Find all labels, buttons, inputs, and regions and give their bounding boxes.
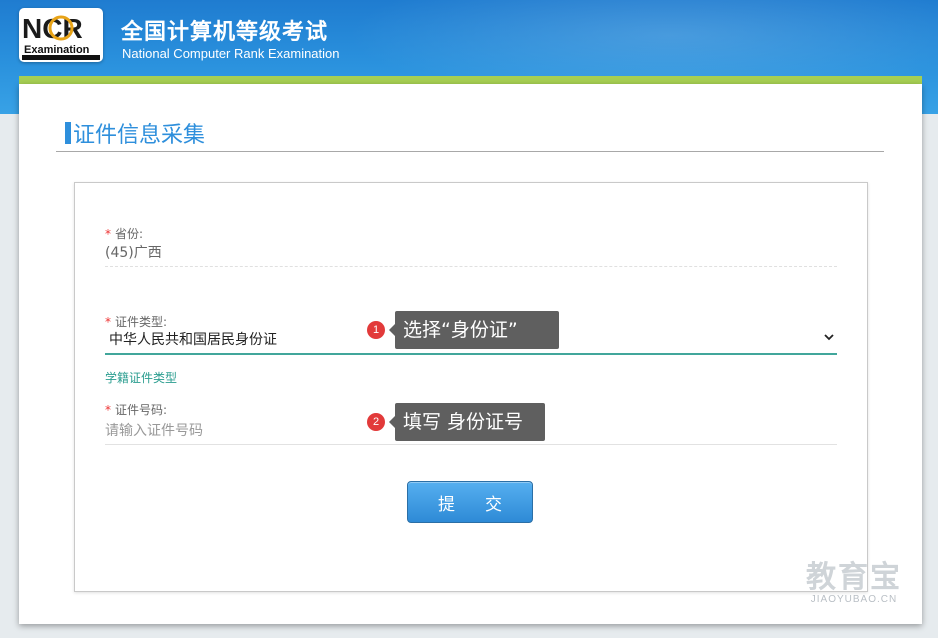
logo-letter-n: NCR (22, 13, 83, 44)
province-label-text: 省份: (115, 227, 144, 241)
id-type-selected-value: 中华人民共和国居民身份证 (109, 332, 277, 348)
watermark-logo: 教育宝 JIAOYUBAO.CN (806, 560, 902, 606)
ncre-logo-graphic: NCR Examination (22, 13, 100, 60)
province-value: (45)广西 (105, 245, 162, 261)
field-divider (105, 266, 837, 267)
step-badge-1: 1 (367, 321, 385, 339)
watermark-cn: 教育宝 (806, 560, 902, 595)
ncre-logo[interactable]: NCR Examination (19, 8, 103, 62)
logo-tiny-bar (22, 55, 100, 60)
id-info-form: * 省份: (45)广西 * 证件类型: 中华人民共和国居民身份证 学籍证件类型 *… (74, 182, 868, 592)
title-marker (65, 122, 71, 144)
site-title-en: National Computer Rank Examination (122, 46, 340, 61)
page-title-text: 证件信息采集 (73, 123, 206, 148)
id-number-label: * 证件号码: (105, 401, 167, 418)
accent-bar (19, 76, 922, 84)
watermark-en: JIAOYUBAO.CN (810, 594, 898, 605)
submit-button[interactable]: 提交 (407, 481, 533, 523)
title-divider (56, 151, 884, 152)
id-number-label-text: 证件号码: (115, 403, 168, 417)
chevron-down-icon (824, 334, 834, 341)
school-id-type-link[interactable]: 学籍证件类型 (105, 369, 177, 386)
site-title-cn: 全国计算机等级考试 (121, 20, 329, 45)
logo-sub-text: Examination (24, 44, 90, 56)
province-label: * 省份: (105, 225, 143, 242)
main-panel: 证件信息采集 * 省份: (45)广西 * 证件类型: 中华人民共和国居民身份证 学… (19, 84, 922, 624)
step-badge-2: 2 (367, 413, 385, 431)
required-mark: * (105, 403, 111, 417)
step-callout-2: 填写 身份证号 (389, 403, 545, 441)
required-mark: * (105, 227, 111, 241)
step-callout-1: 选择“身份证” (389, 311, 559, 349)
page-title: 证件信息采集 (65, 117, 205, 149)
